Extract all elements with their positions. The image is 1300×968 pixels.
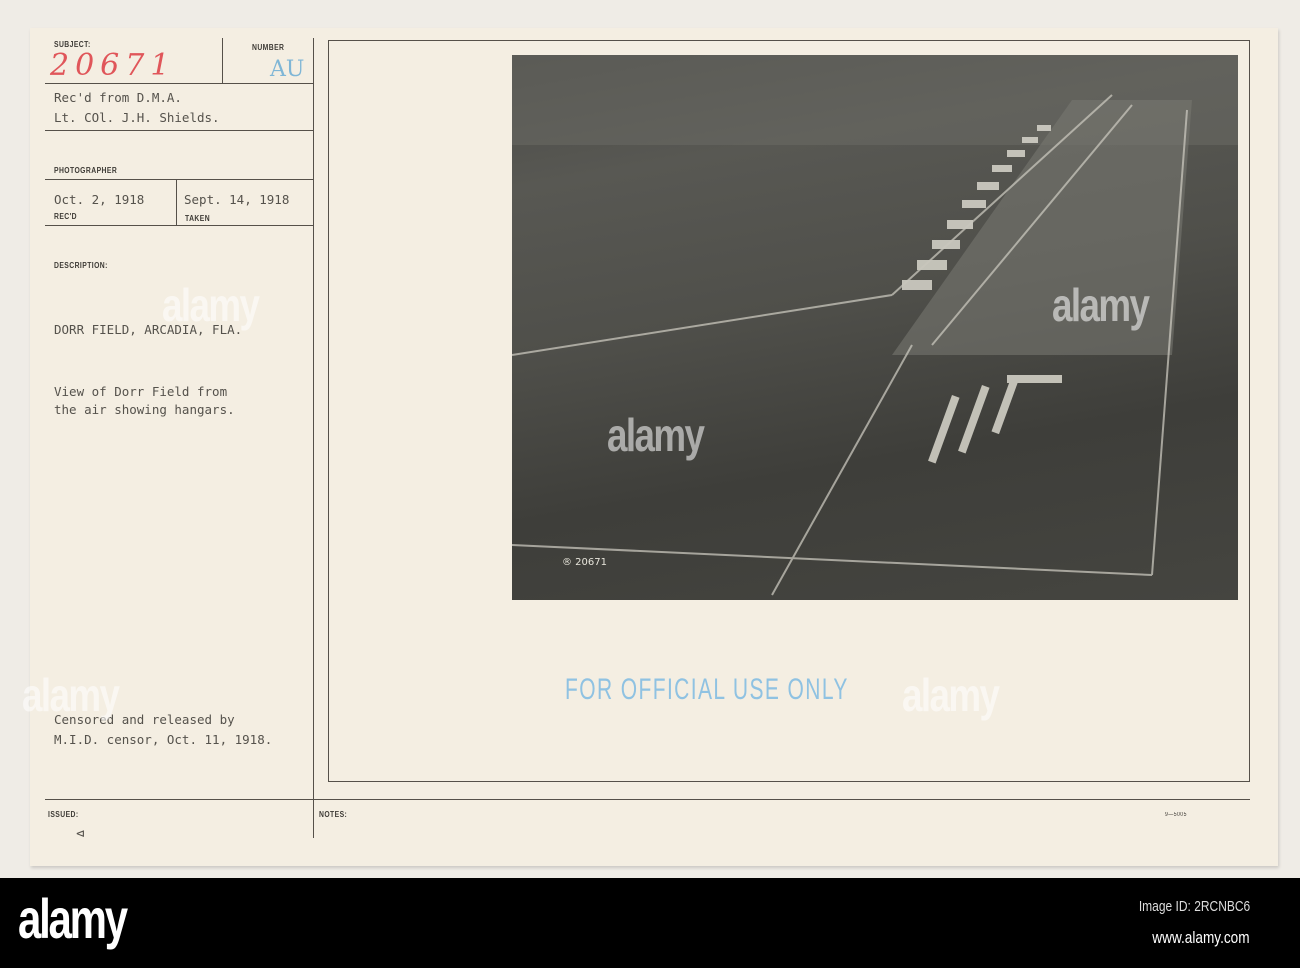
number-value: AU <box>270 57 305 82</box>
footer-bar: alamy Image ID: 2RCNBC6 www.alamy.com <box>0 878 1300 968</box>
photographer-label: PHOTOGRAPHER <box>54 166 118 175</box>
photo-caption: ® 20671 <box>562 557 607 568</box>
issued-mark: ⊲ <box>76 826 85 842</box>
image-id: Image ID: 2RCNBC6 <box>1138 898 1250 915</box>
censor-line2: M.I.D. censor, Oct. 11, 1918. <box>54 732 273 747</box>
column-divider <box>313 38 314 838</box>
watermark: alamy <box>1052 279 1150 331</box>
notes-divider <box>45 799 1250 800</box>
divider <box>45 83 313 84</box>
description-line2: the air showing hangars. <box>54 402 235 417</box>
subject-number-divider <box>222 38 223 84</box>
date-received-label: REC'D <box>54 212 78 221</box>
watermark: alamy <box>607 409 705 461</box>
watermark: alamy <box>162 279 260 331</box>
description-label: DESCRIPTION: <box>54 261 108 270</box>
received-from-line2: Lt. COl. J.H. Shields. <box>54 110 220 125</box>
number-label: NUMBER <box>252 43 285 52</box>
watermark: alamy <box>22 669 120 721</box>
divider <box>45 179 313 180</box>
official-use-stamp: FOR OFFICIAL USE ONLY <box>565 673 849 706</box>
date-received: Oct. 2, 1918 <box>54 192 145 207</box>
watermark: alamy <box>902 669 1000 721</box>
issued-label: ISSUED: <box>48 810 79 819</box>
divider <box>45 225 313 226</box>
notes-label: NOTES: <box>319 810 348 819</box>
description-line1: View of Dorr Field from <box>54 384 228 399</box>
divider <box>45 130 313 131</box>
date-taken: Sept. 14, 1918 <box>184 192 290 207</box>
date-divider <box>176 179 177 225</box>
date-taken-label: TAKEN <box>185 214 211 223</box>
subject-number: 20671 <box>50 48 176 83</box>
alamy-logo: alamy <box>18 887 128 950</box>
site-url[interactable]: www.alamy.com <box>1153 928 1250 948</box>
archive-photo-card: SUBJECT: 20671 NUMBER AU Rec'd from D.M.… <box>22 28 1278 866</box>
received-from-line1: Rec'd from D.M.A. <box>54 90 182 105</box>
form-number: 9—5005 <box>1165 812 1187 818</box>
